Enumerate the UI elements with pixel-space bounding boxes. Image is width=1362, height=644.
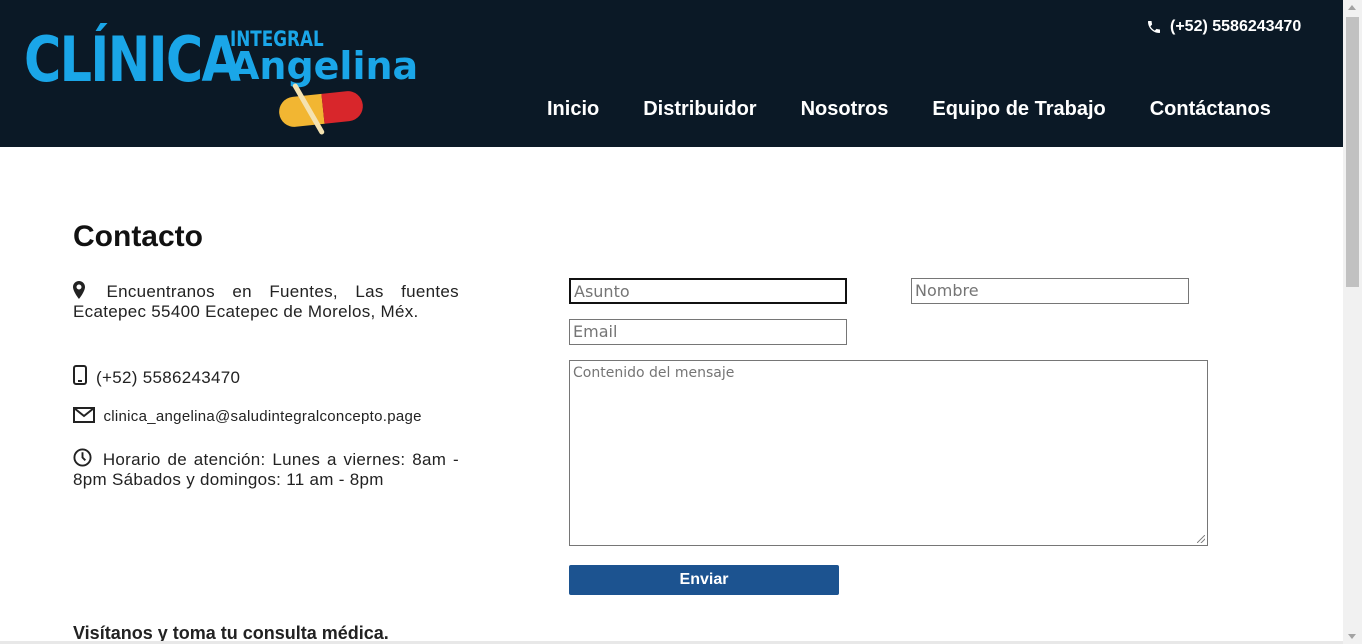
hours-text: Horario de atención: Lunes a viernes: 8a… [73,450,460,489]
contact-hours: Horario de atención: Lunes a viernes: 8a… [73,448,459,490]
scroll-up-arrow-icon[interactable] [1348,5,1356,10]
email-input[interactable]: Email [569,319,847,345]
mobile-phone-icon [73,365,87,385]
site-header: CLÍNICA INTEGRAL Angelina (+52) 55862434… [0,0,1343,147]
scroll-thumb[interactable] [1346,17,1359,287]
subject-input[interactable]: Asunto [569,278,847,304]
subject-placeholder: Asunto [574,282,630,301]
logo-clinica-text: CLÍNICA [24,23,241,96]
scroll-down-arrow-icon[interactable] [1348,634,1356,639]
resize-handle-icon[interactable] [1197,535,1205,543]
main-nav: Inicio Distribuidor Nosotros Equipo de T… [547,98,1271,121]
clinic-logo[interactable]: CLÍNICA INTEGRAL Angelina [24,20,424,140]
message-textarea[interactable]: Contenido del mensaje [569,360,1208,546]
clock-icon [73,448,92,467]
phone-icon [1148,21,1160,33]
phone-text: (+52) 5586243470 [96,368,241,387]
nav-equipo-de-trabajo[interactable]: Equipo de Trabajo [932,98,1105,121]
envelope-icon [73,407,95,423]
contact-email: clinica_angelina@saludintegralconcepto.p… [73,407,459,427]
nav-nosotros[interactable]: Nosotros [801,98,889,121]
contact-address: Encuentranos en Fuentes, Las fuentes Eca… [73,281,459,322]
name-placeholder: Nombre [915,281,979,300]
header-phone[interactable]: (+52) 5586243470 [1146,18,1301,36]
email-text[interactable]: clinica_angelina@saludintegralconcepto.p… [103,408,421,425]
message-placeholder: Contenido del mensaje [573,365,735,381]
map-marker-icon [73,281,85,299]
nav-contactanos[interactable]: Contáctanos [1150,98,1271,121]
pill-logo-icon [277,89,365,129]
header-phone-text: (+52) 5586243470 [1170,18,1302,35]
send-button[interactable]: Enviar [569,565,839,595]
email-placeholder: Email [573,322,618,341]
nav-distribuidor[interactable]: Distribuidor [643,98,756,121]
name-input[interactable]: Nombre [911,278,1189,304]
page-title: Contacto [73,220,203,253]
vertical-scrollbar[interactable] [1343,0,1362,644]
nav-inicio[interactable]: Inicio [547,98,599,121]
logo-angelina-text: Angelina [230,44,419,88]
address-text: Encuentranos en Fuentes, Las fuentes Eca… [73,282,459,321]
contact-phone: (+52) 5586243470 [73,365,459,388]
